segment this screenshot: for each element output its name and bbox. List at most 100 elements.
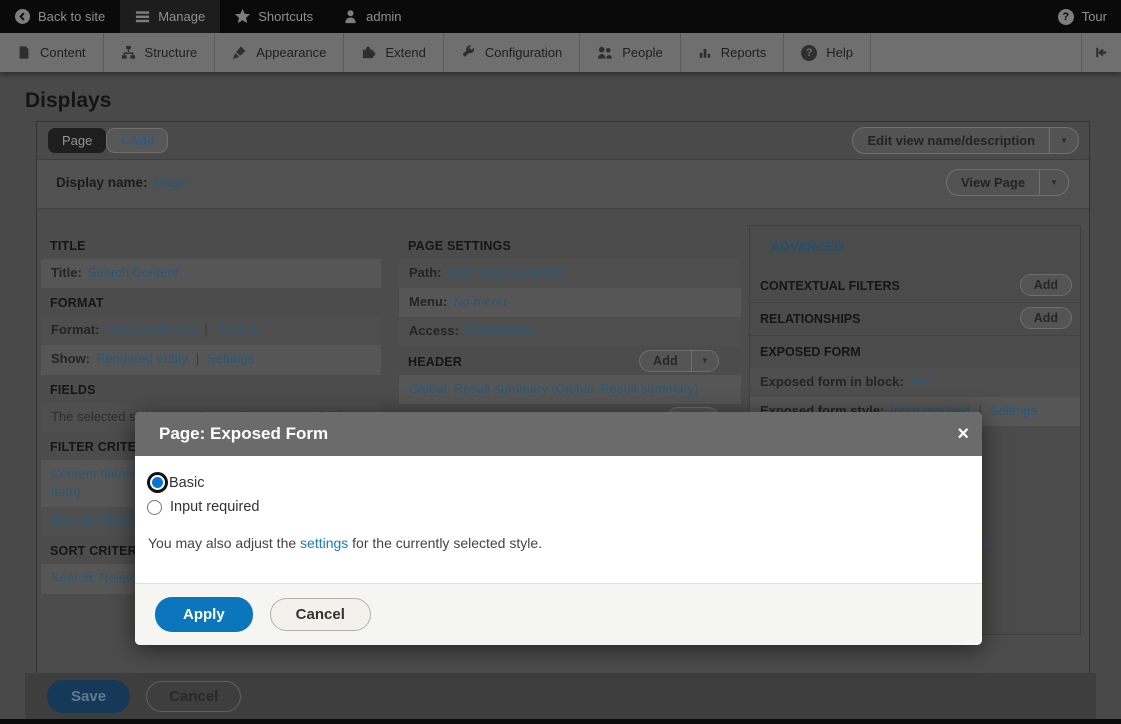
modal-cancel-button[interactable]: Cancel [270,598,371,631]
menu-label: Help [826,45,853,60]
chevron-down-icon: ▼ [701,357,709,365]
tab-page-display[interactable]: Page [48,128,106,153]
in-block-value-link[interactable]: Yes [910,374,931,389]
contextual-filters-label: CONTEXTUAL FILTERS [760,279,900,293]
advanced-toggle[interactable]: ADVANCED [750,226,1080,270]
section-exposed-form: EXPOSED FORM [750,335,1080,368]
star-icon [235,9,250,24]
menu-label: Content [40,45,86,60]
modal-header: Page: Exposed Form × [135,412,982,456]
menu-label: Appearance [256,45,326,60]
format-value-link[interactable]: Unformatted list [105,322,196,337]
format-row: Format: Unformatted list | Settings [41,316,381,345]
header-add-button[interactable]: Add ▼ [639,350,719,372]
exposed-form-modal: Page: Exposed Form × Basic Input require… [135,412,982,645]
section-fields-header: FIELDS [41,375,381,403]
edit-view-name-button[interactable]: Edit view name/description ▼ [852,127,1079,154]
radio-input-required-label: Input required [170,499,259,515]
exposed-form-in-block-row: Exposed form in block: Yes [750,368,1080,397]
menu-label: Configuration [485,45,562,60]
separator: | [204,322,207,337]
view-page-button[interactable]: View Page ▼ [946,169,1069,196]
menu-value-link[interactable]: No menu [453,294,506,309]
tour-label: Tour [1082,9,1107,24]
dropdown-toggle[interactable]: ▼ [691,351,718,371]
chevron-down-icon: ▼ [1050,179,1058,187]
menu-label: Structure [145,45,198,60]
dropdown-toggle[interactable]: ▼ [1049,128,1078,153]
close-icon[interactable]: × [957,424,969,444]
back-to-site-label: Back to site [38,9,105,24]
people-icon [597,45,613,60]
menu-item-content[interactable]: Content [0,33,104,72]
separator: | [196,351,199,366]
show-value-link[interactable]: Rendered entity [96,351,188,366]
back-arrow-icon [15,9,30,24]
menu-item-extend[interactable]: Extend [344,33,443,72]
exposed-form-label: EXPOSED FORM [760,345,861,359]
menu-label: Reports [721,45,767,60]
section-header-header: HEADER Add ▼ [399,347,741,375]
sitemap-icon [121,45,136,60]
title-value-link[interactable]: Search Content [88,265,178,280]
radio-option-input-required[interactable]: Input required [147,499,958,515]
menu-row: Menu:No menu [399,288,741,317]
admin-user-button[interactable]: admin [328,0,416,33]
settings-link[interactable]: settings [300,535,348,551]
puzzle-icon [361,45,376,60]
menu-item-help[interactable]: ? Help [784,33,871,72]
menu-label: People [622,45,662,60]
modal-note: You may also adjust the settings for the… [148,535,958,551]
radio-basic-label: Basic [169,475,204,491]
wrench-icon [461,45,476,60]
apply-button[interactable]: Apply [155,597,253,632]
in-block-label: Exposed form in block: [760,374,904,389]
radio-option-basic[interactable]: Basic [147,472,958,493]
show-settings-link[interactable]: Settings [207,351,254,366]
plus-icon: + [119,133,127,148]
page-title: Displays [25,89,111,113]
menu-item-appearance[interactable]: Appearance [215,33,344,72]
format-label: Format: [51,322,99,337]
section-title-header: TITLE [41,231,381,259]
tour-button[interactable]: ? Tour [1044,0,1121,33]
shortcuts-button[interactable]: Shortcuts [220,0,328,33]
show-row: Show:Rendered entity|Settings [41,345,381,374]
cancel-button[interactable]: Cancel [146,681,241,712]
menu-item-configuration[interactable]: Configuration [444,33,580,72]
hamburger-icon [135,9,150,24]
relationships-label: RELATIONSHIPS [760,312,860,326]
path-value-link[interactable]: /solr-search/content [448,265,562,280]
toolbar-orientation-toggle[interactable] [1081,33,1121,72]
form-actions-bar: Save Cancel [25,673,1096,719]
section-format-header: FORMAT [41,288,381,316]
contextual-filters-add-button[interactable]: Add [1020,274,1072,296]
access-value-link[interactable]: Unrestricted [465,323,535,338]
relationships-add-button[interactable]: Add [1020,307,1072,329]
display-name-value-link[interactable]: Page [155,175,187,190]
radio-selected-icon[interactable] [150,475,165,490]
header-item-result-summary[interactable]: Global: Result summary (Global: Result s… [399,375,741,404]
modal-title: Page: Exposed Form [159,424,328,444]
add-display-label: Add [130,133,155,148]
question-circle-icon: ? [1058,9,1074,25]
note-prefix: You may also adjust the [148,535,300,551]
menu-item-structure[interactable]: Structure [104,33,216,72]
back-to-site-button[interactable]: Back to site [0,0,120,33]
add-display-button[interactable]: +Add [106,128,168,153]
title-label: Title: [51,265,82,280]
access-label: Access: [409,323,459,338]
document-icon [17,45,31,60]
radio-unselected-icon[interactable] [147,500,162,515]
partially-hidden-link: o [983,535,990,550]
dropdown-toggle[interactable]: ▼ [1039,170,1068,195]
format-settings-link[interactable]: Settings [216,322,263,337]
style-settings-link[interactable]: Settings [990,403,1037,418]
menu-item-reports[interactable]: Reports [681,33,785,72]
modal-footer: Apply Cancel [135,583,982,645]
manage-menu-button[interactable]: Manage [120,0,220,33]
save-button[interactable]: Save [47,680,130,713]
section-relationships: RELATIONSHIPS Add [750,302,1080,335]
section-page-settings-header: PAGE SETTINGS [399,231,741,259]
menu-item-people[interactable]: People [580,33,680,72]
